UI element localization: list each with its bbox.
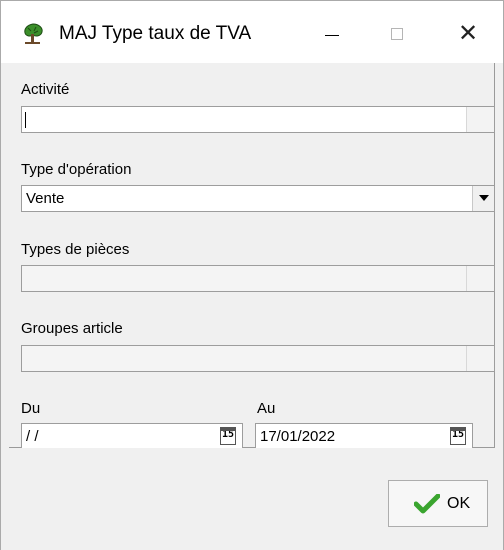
types-pieces-lookup-button[interactable] bbox=[466, 266, 494, 291]
maximize-icon bbox=[391, 28, 403, 40]
du-date-field[interactable]: / / 15 bbox=[21, 423, 243, 450]
types-pieces-label: Types de pièces bbox=[21, 241, 130, 258]
au-date-field[interactable]: 17/01/2022 15 bbox=[255, 423, 473, 450]
maximize-button[interactable] bbox=[369, 9, 427, 57]
ok-button-label: OK bbox=[447, 495, 471, 512]
groupes-article-label: Groupes article bbox=[21, 320, 123, 337]
close-icon: ✕ bbox=[458, 19, 479, 47]
calendar-icon[interactable]: 15 bbox=[220, 427, 236, 445]
form-area: Activité Type d'opération Vente Types de… bbox=[9, 63, 495, 450]
au-date-value: 17/01/2022 bbox=[260, 428, 336, 445]
minimize-button[interactable] bbox=[303, 9, 361, 57]
groupes-article-lookup-button[interactable] bbox=[466, 346, 494, 371]
du-label: Du bbox=[21, 400, 41, 417]
minimize-icon bbox=[325, 35, 339, 36]
close-button[interactable]: ✕ bbox=[438, 9, 496, 57]
dialog-window: MAJ Type taux de TVA ✕ Activité Type d'o… bbox=[0, 0, 504, 550]
app-tree-icon bbox=[21, 22, 45, 46]
window-title: MAJ Type taux de TVA bbox=[59, 23, 252, 44]
activite-label: Activité bbox=[21, 81, 70, 98]
calendar-icon[interactable]: 15 bbox=[450, 427, 466, 445]
title-bar[interactable]: MAJ Type taux de TVA ✕ bbox=[1, 1, 503, 63]
chevron-down-icon bbox=[479, 195, 489, 201]
activite-field[interactable] bbox=[21, 106, 495, 133]
type-operation-select[interactable]: Vente bbox=[21, 185, 495, 212]
groupes-article-field[interactable] bbox=[21, 345, 495, 372]
checkmark-icon bbox=[414, 494, 440, 514]
ok-button[interactable]: OK bbox=[388, 480, 488, 527]
type-operation-label: Type d'opération bbox=[21, 161, 132, 178]
au-label: Au bbox=[257, 400, 276, 417]
dropdown-arrow-button[interactable] bbox=[472, 186, 494, 211]
du-date-value: / / bbox=[26, 428, 39, 445]
activite-lookup-button[interactable] bbox=[466, 107, 494, 132]
button-bar: OK bbox=[1, 448, 503, 550]
types-pieces-field[interactable] bbox=[21, 265, 495, 292]
text-caret bbox=[25, 112, 26, 128]
type-operation-value: Vente bbox=[26, 190, 65, 207]
